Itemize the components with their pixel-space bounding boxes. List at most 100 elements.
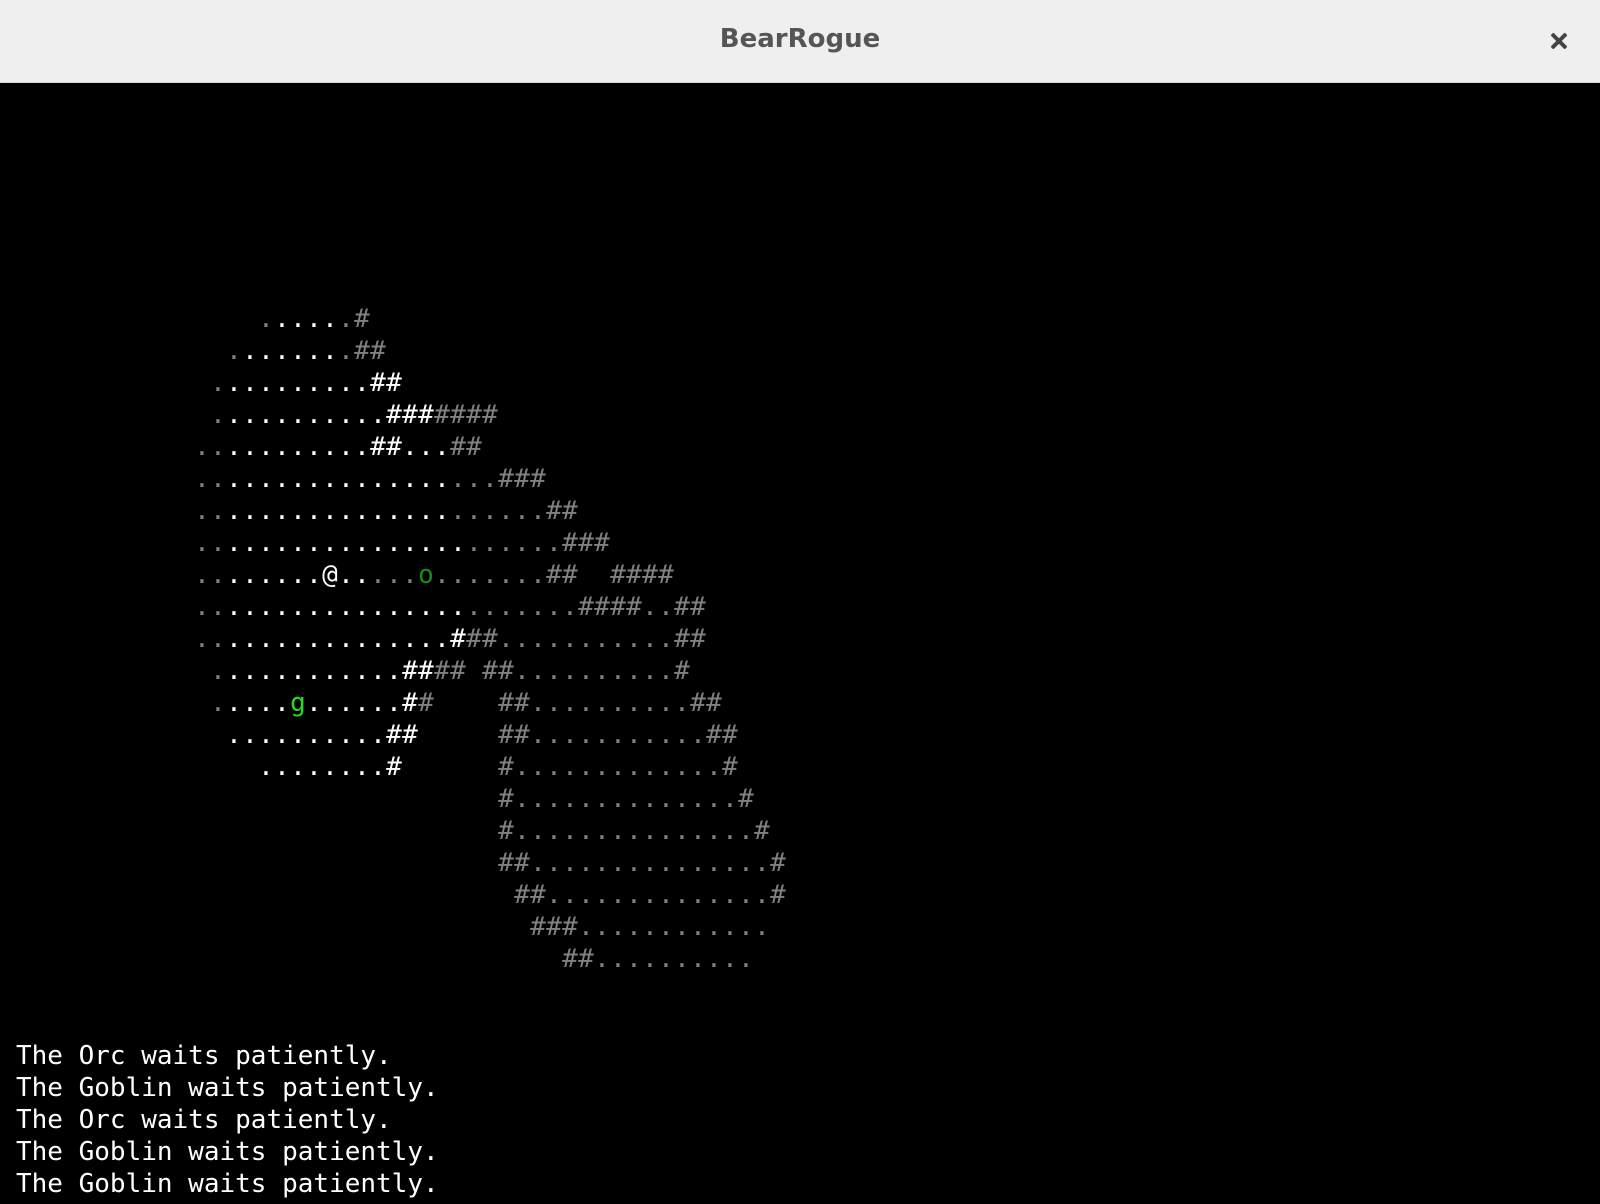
floor-tile: . <box>626 944 642 974</box>
floor-tile: . <box>578 688 594 718</box>
floor-tile: . <box>402 560 418 590</box>
floor-tile: . <box>258 688 274 718</box>
floor-tile: . <box>642 592 658 622</box>
floor-tile: . <box>594 848 610 878</box>
floor-tile: . <box>258 304 274 334</box>
wall-tile: # <box>498 464 514 494</box>
floor-tile: . <box>338 336 354 366</box>
floor-tile: . <box>194 432 210 462</box>
floor-tile: . <box>338 496 354 526</box>
floor-tile: . <box>290 560 306 590</box>
floor-tile: . <box>706 912 722 942</box>
floor-tile: . <box>738 848 754 878</box>
floor-tile: . <box>418 432 434 462</box>
floor-tile: . <box>242 720 258 750</box>
wall-tile: # <box>754 816 770 846</box>
wall-tile: # <box>450 400 466 430</box>
floor-tile: . <box>354 720 370 750</box>
floor-tile: . <box>578 752 594 782</box>
floor-tile: . <box>274 528 290 558</box>
log-line: The Orc waits patiently. <box>16 1041 392 1071</box>
floor-tile: . <box>226 592 242 622</box>
floor-tile: . <box>274 560 290 590</box>
floor-tile: . <box>514 656 530 686</box>
floor-tile: . <box>546 656 562 686</box>
floor-tile: . <box>402 624 418 654</box>
floor-tile: . <box>290 336 306 366</box>
close-icon[interactable] <box>1544 26 1574 56</box>
floor-tile: . <box>754 880 770 910</box>
floor-tile: . <box>722 912 738 942</box>
floor-tile: . <box>706 784 722 814</box>
floor-tile: . <box>338 592 354 622</box>
wall-tile: # <box>434 400 450 430</box>
floor-tile: . <box>338 464 354 494</box>
floor-tile: . <box>546 720 562 750</box>
floor-tile: . <box>562 752 578 782</box>
game-terminal[interactable]: ...... #........ # #.......... # #...........… <box>0 83 1600 1204</box>
wall-tile: # <box>514 848 530 878</box>
floor-tile: . <box>658 848 674 878</box>
log-line: The Orc waits patiently. <box>16 1105 392 1135</box>
floor-tile: . <box>226 400 242 430</box>
floor-tile: . <box>450 464 466 494</box>
floor-tile: . <box>354 528 370 558</box>
floor-tile: . <box>338 560 354 590</box>
floor-tile: . <box>290 656 306 686</box>
floor-tile: . <box>610 912 626 942</box>
floor-tile: . <box>690 944 706 974</box>
floor-tile: . <box>306 592 322 622</box>
floor-tile: . <box>242 400 258 430</box>
floor-tile: . <box>578 784 594 814</box>
floor-tile: . <box>594 944 610 974</box>
floor-tile: . <box>338 304 354 334</box>
floor-tile: . <box>466 496 482 526</box>
floor-tile: . <box>690 912 706 942</box>
wall-tile: # <box>402 656 418 686</box>
wall-tile: # <box>418 656 434 686</box>
floor-tile: . <box>242 560 258 590</box>
floor-tile: . <box>290 592 306 622</box>
floor-tile: . <box>386 592 402 622</box>
floor-tile: . <box>354 464 370 494</box>
wall-tile: # <box>562 912 578 942</box>
floor-tile: . <box>194 560 210 590</box>
wall-tile: # <box>450 432 466 462</box>
floor-tile: . <box>370 400 386 430</box>
floor-tile: . <box>546 528 562 558</box>
floor-tile: . <box>546 688 562 718</box>
wall-tile: # <box>578 944 594 974</box>
floor-tile: . <box>322 400 338 430</box>
floor-tile: . <box>402 496 418 526</box>
floor-tile: . <box>210 528 226 558</box>
wall-tile: # <box>674 592 690 622</box>
floor-tile: . <box>706 752 722 782</box>
floor-tile: . <box>690 816 706 846</box>
floor-tile: . <box>610 656 626 686</box>
floor-tile: . <box>434 464 450 494</box>
floor-tile: . <box>546 848 562 878</box>
floor-tile: . <box>386 496 402 526</box>
floor-tile: . <box>386 464 402 494</box>
floor-tile: . <box>578 816 594 846</box>
floor-tile: . <box>610 944 626 974</box>
floor-tile: . <box>306 720 322 750</box>
floor-tile: . <box>738 880 754 910</box>
wall-tile: # <box>674 624 690 654</box>
floor-tile: . <box>626 912 642 942</box>
floor-tile: . <box>322 592 338 622</box>
floor-tile: . <box>626 752 642 782</box>
floor-tile: . <box>642 752 658 782</box>
floor-tile: . <box>674 944 690 974</box>
wall-tile: # <box>466 624 482 654</box>
floor-tile: . <box>354 432 370 462</box>
floor-tile: . <box>418 624 434 654</box>
game-window: BearRogue ...... #........ # #.......... # #.… <box>0 0 1600 1204</box>
wall-tile: # <box>450 624 466 654</box>
floor-tile: . <box>642 880 658 910</box>
floor-tile: . <box>466 560 482 590</box>
wall-tile: # <box>594 592 610 622</box>
floor-tile: . <box>226 656 242 686</box>
floor-tile: . <box>242 688 258 718</box>
floor-tile: . <box>674 880 690 910</box>
